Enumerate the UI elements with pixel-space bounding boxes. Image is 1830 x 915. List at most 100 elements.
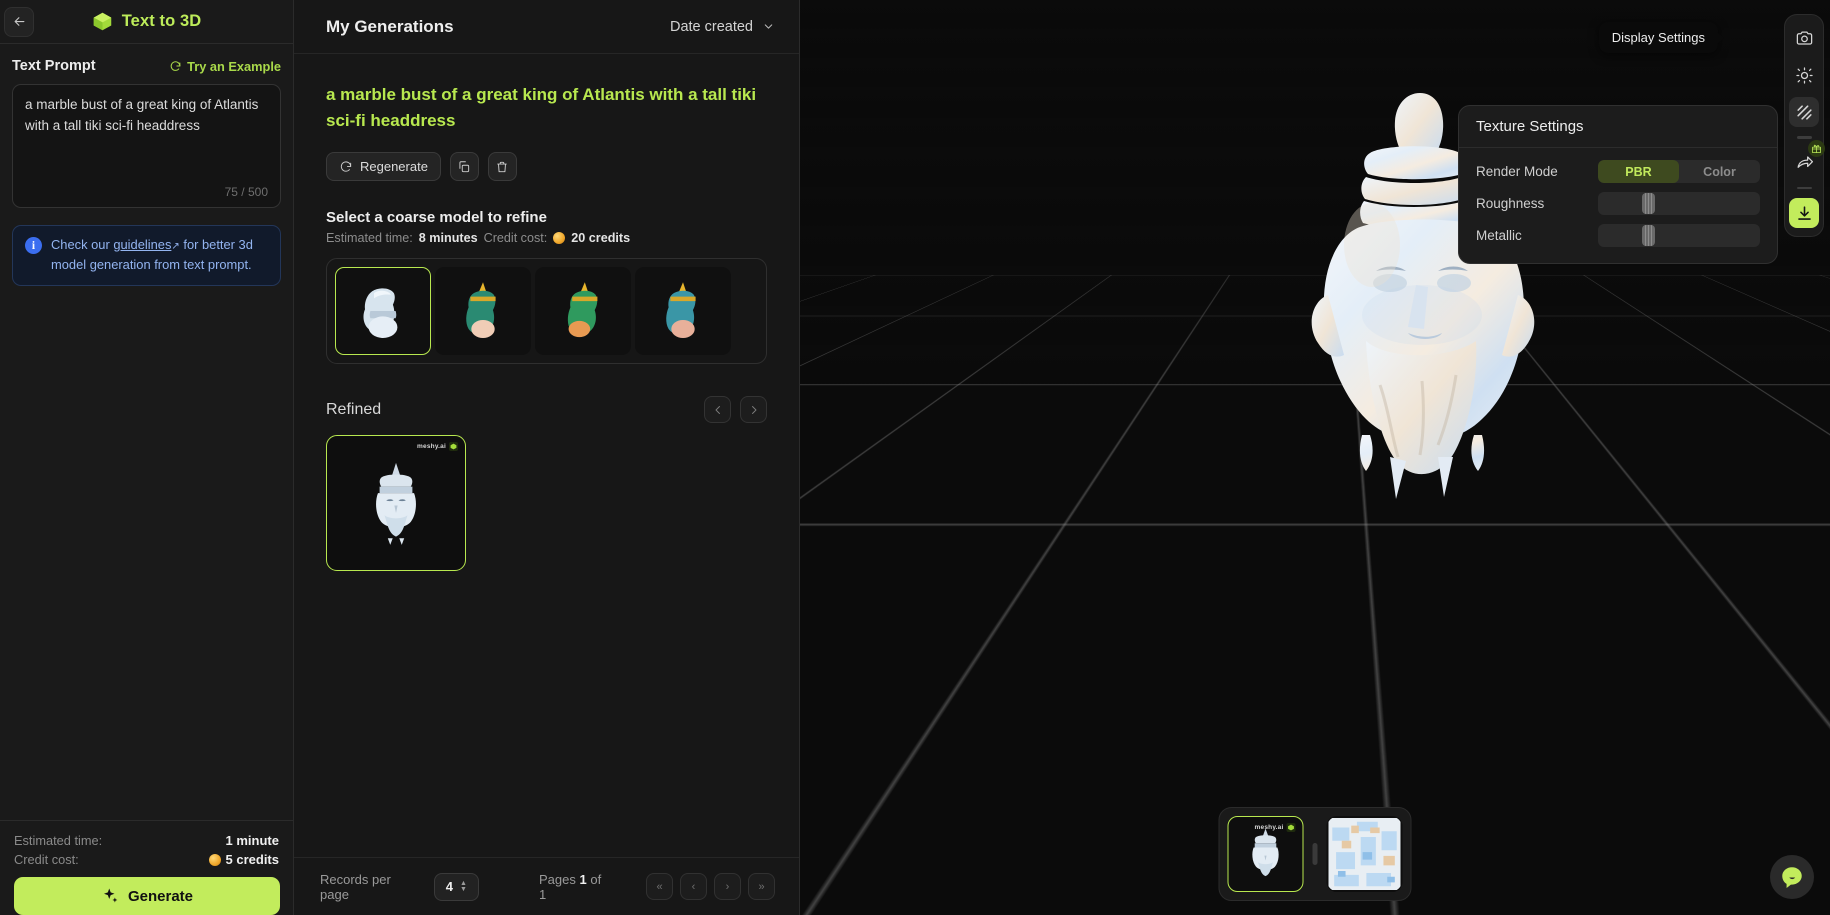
coarse-model-preview-1 bbox=[363, 288, 398, 338]
render-mode-row: Render Mode PBR Color bbox=[1476, 160, 1760, 183]
display-settings-tooltip: Display Settings bbox=[1598, 22, 1725, 53]
chat-bubble-icon bbox=[1782, 867, 1802, 889]
guidelines-text-before: Check our bbox=[51, 237, 114, 252]
coarse-model-thumb-4[interactable] bbox=[635, 267, 731, 355]
regenerate-button[interactable]: Regenerate bbox=[326, 152, 441, 181]
coarse-credit-label: Credit cost: bbox=[483, 231, 548, 245]
brand-title: Text to 3D bbox=[121, 12, 202, 30]
coarse-section-meta: Estimated time: 8 minutes Credit cost: 2… bbox=[326, 231, 767, 245]
share-icon bbox=[1797, 156, 1813, 168]
back-button[interactable] bbox=[4, 6, 34, 37]
render-mode-label: Render Mode bbox=[1476, 164, 1558, 179]
lighting-button[interactable] bbox=[1789, 60, 1819, 90]
render-mode-option-color[interactable]: Color bbox=[1679, 160, 1760, 183]
prev-page-button[interactable]: ‹ bbox=[680, 873, 707, 900]
thumbnail-drag-handle[interactable] bbox=[1312, 843, 1318, 865]
prompt-input[interactable]: a marble bust of a great king of Atlanti… bbox=[12, 84, 281, 208]
toolbar-divider bbox=[1796, 186, 1812, 189]
coarse-model-preview-3 bbox=[567, 282, 598, 338]
watermark: meshy.ai bbox=[417, 442, 458, 451]
chat-button[interactable] bbox=[1770, 855, 1814, 899]
render-mode-segmented-control: PBR Color bbox=[1598, 160, 1760, 183]
gift-badge[interactable] bbox=[1808, 139, 1825, 157]
roughness-slider-knob[interactable] bbox=[1642, 193, 1655, 214]
refined-model-preview bbox=[376, 462, 416, 545]
gift-icon bbox=[1811, 144, 1822, 153]
arrow-left-icon bbox=[14, 17, 24, 26]
generations-header: My Generations Date created bbox=[294, 0, 799, 54]
coarse-model-thumb-3[interactable] bbox=[535, 267, 631, 355]
metallic-row: Metallic bbox=[1476, 224, 1760, 247]
download-button[interactable] bbox=[1789, 198, 1819, 228]
prompt-text: a marble bust of a great king of Atlanti… bbox=[25, 97, 259, 133]
watermark-logo-icon bbox=[449, 442, 458, 451]
watermark: meshy.ai bbox=[1255, 823, 1296, 832]
pagination-buttons: « ‹ › » bbox=[646, 873, 775, 900]
refined-prev-button[interactable] bbox=[704, 396, 731, 423]
metallic-slider-knob[interactable] bbox=[1642, 225, 1655, 246]
texture-settings-body: Render Mode PBR Color Roughness Metallic bbox=[1459, 148, 1777, 263]
viewport-toolbar bbox=[1784, 14, 1825, 237]
generate-button[interactable]: Generate bbox=[14, 877, 280, 915]
render-mode-option-pbr[interactable]: PBR bbox=[1598, 160, 1679, 183]
generate-label: Generate bbox=[127, 887, 194, 905]
roughness-label: Roughness bbox=[1476, 196, 1545, 211]
watermark-label: meshy.ai bbox=[1254, 824, 1284, 831]
estimated-time-row: Estimated time: 1 minute bbox=[14, 833, 279, 848]
screenshot-button[interactable] bbox=[1789, 23, 1819, 53]
coarse-model-thumb-2[interactable] bbox=[435, 267, 531, 355]
next-page-button[interactable]: › bbox=[714, 873, 741, 900]
guidelines-link[interactable]: guidelines bbox=[113, 237, 171, 252]
coarse-model-thumb-1[interactable] bbox=[335, 267, 431, 355]
camera-icon bbox=[1796, 31, 1812, 45]
viewport-thumbnail-bar: meshy.ai bbox=[1218, 807, 1412, 901]
records-per-page-label: Records per page bbox=[320, 871, 391, 902]
refined-next-button[interactable] bbox=[740, 396, 767, 423]
sparkle-icon bbox=[103, 888, 118, 903]
refined-model-card[interactable]: meshy.ai bbox=[326, 435, 466, 571]
current-page: 1 bbox=[579, 871, 587, 887]
records-per-page-value: 4 bbox=[445, 879, 453, 894]
coarse-credit-value: 20 credits bbox=[571, 231, 631, 245]
refined-header: Refined bbox=[326, 396, 767, 423]
metallic-label: Metallic bbox=[1476, 228, 1522, 243]
viewport-thumb-model-preview bbox=[1252, 828, 1279, 877]
model-viewport[interactable]: Display Settings Texture Settings Render… bbox=[800, 0, 1830, 915]
roughness-slider[interactable] bbox=[1598, 192, 1760, 215]
cube-logo-icon bbox=[93, 12, 111, 31]
watermark-logo-icon bbox=[1286, 823, 1296, 832]
viewport-thumb-texture[interactable] bbox=[1326, 816, 1403, 892]
copy-icon bbox=[459, 160, 470, 172]
texture-map-preview bbox=[1328, 818, 1401, 890]
wireframe-icon bbox=[1796, 104, 1812, 120]
generation-title: a marble bust of a great king of Atlanti… bbox=[326, 85, 757, 130]
coarse-model-preview-4 bbox=[666, 282, 696, 338]
last-page-button[interactable]: » bbox=[748, 873, 775, 900]
coin-icon bbox=[208, 853, 221, 866]
sort-dropdown[interactable]: Date created bbox=[670, 19, 775, 35]
download-icon bbox=[1797, 205, 1811, 220]
delete-button[interactable] bbox=[487, 152, 517, 181]
first-page-button[interactable]: « bbox=[646, 873, 673, 900]
pages-prefix: Pages bbox=[539, 871, 576, 887]
external-link-icon: ↗ bbox=[171, 241, 180, 252]
info-icon: i bbox=[25, 237, 42, 254]
sidebar-footer: Estimated time: 1 minute Credit cost: 5 … bbox=[0, 820, 293, 915]
regenerate-icon bbox=[340, 160, 352, 172]
chevron-down-icon bbox=[764, 24, 773, 29]
left-sidebar: Text to 3D Text Prompt Try an Example a … bbox=[0, 0, 294, 915]
records-per-page-select[interactable]: 4 ▲ ▼ bbox=[433, 872, 480, 901]
copy-button[interactable] bbox=[449, 152, 479, 181]
credit-cost-row: Credit cost: 5 credits bbox=[14, 852, 279, 867]
try-an-example-button[interactable]: Try an Example bbox=[169, 59, 281, 74]
pages-indicator: Pages 1 of 1 bbox=[539, 872, 608, 902]
brand: Text to 3D bbox=[0, 11, 293, 32]
brightness-icon bbox=[1795, 66, 1813, 84]
texture-settings-title: Texture Settings bbox=[1459, 106, 1777, 148]
wireframe-button[interactable] bbox=[1789, 97, 1819, 127]
sidebar-body: Text Prompt Try an Example a marble bust… bbox=[0, 44, 293, 820]
share-button[interactable] bbox=[1789, 139, 1825, 178]
metallic-slider[interactable] bbox=[1598, 224, 1760, 247]
viewport-thumb-model[interactable]: meshy.ai bbox=[1227, 816, 1304, 892]
texture-settings-panel: Texture Settings Render Mode PBR Color R… bbox=[1458, 105, 1778, 264]
